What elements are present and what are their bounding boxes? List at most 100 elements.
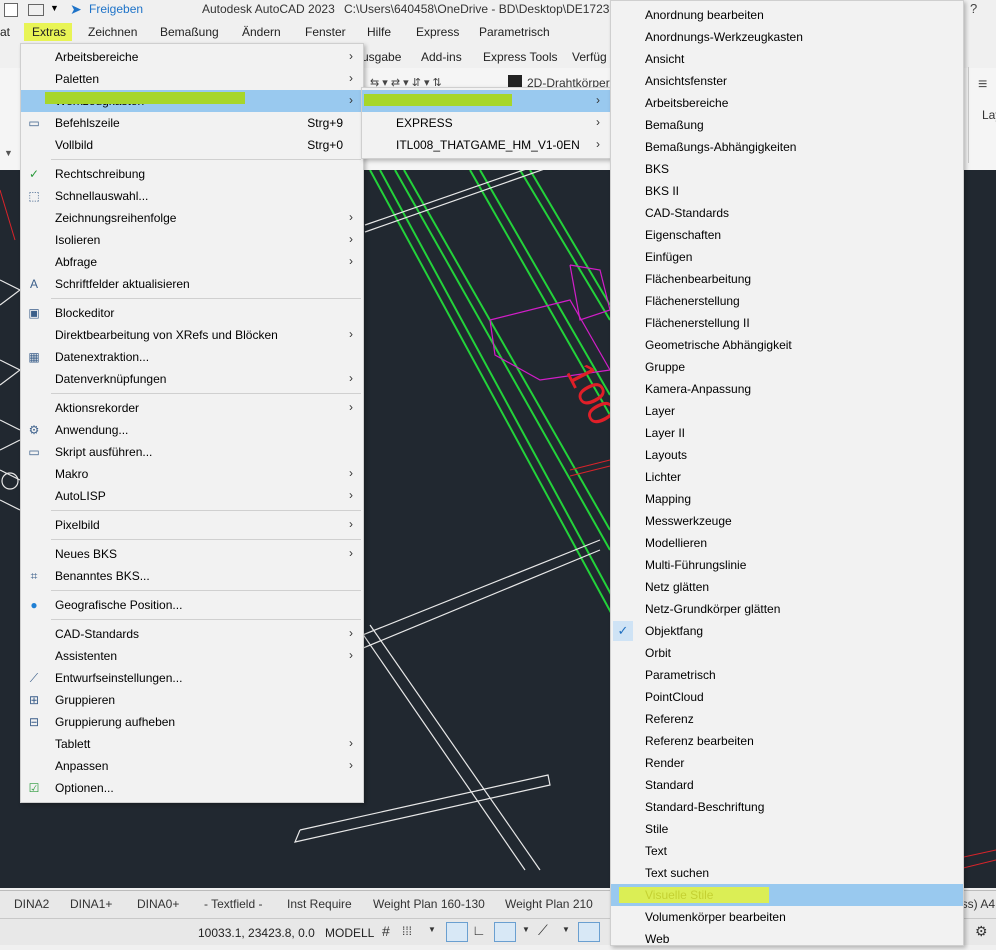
toolbar-item-messwerkzeuge[interactable]: Messwerkzeuge (611, 510, 963, 532)
extras-item-arbeitsbereiche[interactable]: Arbeitsbereiche › (21, 46, 363, 68)
toolbar-item-geometrische-abhaengigkeit[interactable]: Geometrische Abhängigkeit (611, 334, 963, 356)
layout-tab-dina1[interactable]: DINA1+ (70, 897, 112, 911)
toolbar-item-standard[interactable]: Standard (611, 774, 963, 796)
extras-item-direktbearbeitung-von-xrefs-und-bloecken[interactable]: Direktbearbeitung von XRefs und Blöcken › (21, 324, 363, 346)
extras-item-cad-standards[interactable]: CAD-Standards › (21, 623, 363, 645)
toolbar-item-eigenschaften[interactable]: Eigenschaften (611, 224, 963, 246)
toolbar-item-bemassungs-abhaengigkeiten[interactable]: Bemaßungs-Abhängigkeiten (611, 136, 963, 158)
toolbar-item-referenz-bearbeiten[interactable]: Referenz bearbeiten (611, 730, 963, 752)
help-icon[interactable]: ? (970, 1, 977, 16)
tab-ausgabe[interactable]: usgabe (362, 50, 401, 64)
extras-item-optionen[interactable]: ☑ Optionen... (21, 777, 363, 799)
extras-item-blockeditor[interactable]: ▣ Blockeditor (21, 302, 363, 324)
extras-item-skript-ausfuehren[interactable]: ▭ Skript ausführen... (21, 441, 363, 463)
toolbar-item-text-suchen[interactable]: Text suchen (611, 862, 963, 884)
toolbar-item-text[interactable]: Text (611, 840, 963, 862)
extras-item-pixelbild[interactable]: Pixelbild › (21, 514, 363, 536)
toolbar-item-netz-glaetten[interactable]: Netz glätten (611, 576, 963, 598)
layout-tab-dina0[interactable]: DINA0+ (137, 897, 179, 911)
extras-item-schnellauswahl[interactable]: ⬚ Schnellauswahl... (21, 185, 363, 207)
extras-item-anwendung[interactable]: ⚙ Anwendung... (21, 419, 363, 441)
menu-item-format[interactable]: at (0, 25, 10, 39)
layer-stack-icon[interactable]: ≡ (978, 76, 987, 94)
snap-icon[interactable]: ⁞⁞⁞ (402, 924, 412, 938)
share-label[interactable]: Freigeben (89, 2, 143, 16)
layout-tab-weight-plan-160[interactable]: Weight Plan 160-130 (373, 897, 485, 911)
menu-item-express[interactable]: Express (416, 25, 459, 39)
extras-item-abfrage[interactable]: Abfrage › (21, 251, 363, 273)
toolbar-item-anordnungs-werkzeugkasten[interactable]: Anordnungs-Werkzeugkasten (611, 26, 963, 48)
extras-item-datenverknuepfungen[interactable]: Datenverknüpfungen › (21, 368, 363, 390)
toolbars-item-express[interactable]: EXPRESS › (362, 112, 610, 134)
extras-item-gruppierung-aufheben[interactable]: ⊟ Gruppierung aufheben (21, 711, 363, 733)
layer-panel-label[interactable]: Lay (982, 108, 996, 122)
toolbar-item-referenz[interactable]: Referenz (611, 708, 963, 730)
toolbar-item-anordnung-bearbeiten[interactable]: Anordnung bearbeiten (611, 4, 963, 26)
extras-item-vollbild[interactable]: Vollbild Strg+0 (21, 134, 363, 156)
grid-icon[interactable]: # (382, 923, 390, 939)
menu-item-bemassung[interactable]: Bemaßung (160, 25, 219, 39)
extras-item-aktionsrekorder[interactable]: Aktionsrekorder › (21, 397, 363, 419)
isodraft-dropdown-icon[interactable]: ▼ (562, 925, 570, 934)
toolbar-item-objektfang[interactable]: ✓ Objektfang (611, 620, 963, 642)
menu-item-zeichnen[interactable]: Zeichnen (88, 25, 137, 39)
ortho-icon[interactable]: ∟ (472, 922, 486, 938)
toolbar-item-bks-ii[interactable]: BKS II (611, 180, 963, 202)
toolbar-item-flaechenbearbeitung[interactable]: Flächenbearbeitung (611, 268, 963, 290)
toolbar-item-kamera-anpassung[interactable]: Kamera-Anpassung (611, 378, 963, 400)
isodraft-icon[interactable]: ⟋ (538, 922, 548, 939)
toolbar-item-layouts[interactable]: Layouts (611, 444, 963, 466)
toolbar-item-render[interactable]: Render (611, 752, 963, 774)
toolbar-item-ansicht[interactable]: Ansicht (611, 48, 963, 70)
extras-item-makro[interactable]: Makro › (21, 463, 363, 485)
extras-item-paletten[interactable]: Paletten › (21, 68, 363, 90)
extras-item-datenextraktion[interactable]: ▦ Datenextraktion... (21, 346, 363, 368)
extras-item-rechtschreibung[interactable]: ✓ Rechtschreibung (21, 163, 363, 185)
toolbar-item-orbit[interactable]: Orbit (611, 642, 963, 664)
toolbars-item-itl008-thatgame-hm-v1-0en[interactable]: ITL008_THATGAME_HM_V1-0EN › (362, 134, 610, 156)
toolbar-item-gruppe[interactable]: Gruppe (611, 356, 963, 378)
extras-item-anpassen[interactable]: Anpassen › (21, 755, 363, 777)
toolbar-item-web[interactable]: Web (611, 928, 963, 950)
toolbar-item-bemassung[interactable]: Bemaßung (611, 114, 963, 136)
toolbar-item-pointcloud[interactable]: PointCloud (611, 686, 963, 708)
menu-item-parametrisch[interactable]: Parametrisch (479, 25, 550, 39)
toolbar-item-bks[interactable]: BKS (611, 158, 963, 180)
toolbar-item-arbeitsbereiche[interactable]: Arbeitsbereiche (611, 92, 963, 114)
extras-item-gruppieren[interactable]: ⊞ Gruppieren (21, 689, 363, 711)
toolbar-item-multi-fuehrungslinie[interactable]: Multi-Führungslinie (611, 554, 963, 576)
polar-dropdown-icon[interactable]: ▼ (522, 925, 530, 934)
extras-item-assistenten[interactable]: Assistenten › (21, 645, 363, 667)
coordinates-readout[interactable]: 10033.1, 23423.8, 0.0 (198, 926, 315, 940)
polar-tracking-icon[interactable] (494, 922, 516, 942)
toolbar-item-ansichtsfenster[interactable]: Ansichtsfenster (611, 70, 963, 92)
menu-item-aendern[interactable]: Ändern (242, 25, 281, 39)
save-icon[interactable] (28, 4, 44, 16)
extras-item-entwurfseinstellungen[interactable]: ⟋ Entwurfseinstellungen... (21, 667, 363, 689)
toolbar-item-einfuegen[interactable]: Einfügen (611, 246, 963, 268)
layout-tab-inst-require[interactable]: Inst Require (287, 897, 352, 911)
extras-item-tablett[interactable]: Tablett › (21, 733, 363, 755)
model-space-button[interactable]: MODELL (325, 926, 374, 940)
object-snap-tracking-icon[interactable] (578, 922, 600, 942)
extras-item-zeichnungsreihenfolge[interactable]: Zeichnungsreihenfolge › (21, 207, 363, 229)
extras-item-befehlszeile[interactable]: ▭ Befehlszeile Strg+9 (21, 112, 363, 134)
tab-verfuegbar[interactable]: Verfüg (572, 50, 607, 64)
extras-item-isolieren[interactable]: Isolieren › (21, 229, 363, 251)
menu-item-fenster[interactable]: Fenster (305, 25, 346, 39)
toolbar-item-modellieren[interactable]: Modellieren (611, 532, 963, 554)
toolbar-item-lichter[interactable]: Lichter (611, 466, 963, 488)
tab-express-tools[interactable]: Express Tools (483, 50, 557, 64)
toolbar-item-layer-ii[interactable]: Layer II (611, 422, 963, 444)
toolbar-item-cad-standards[interactable]: CAD-Standards (611, 202, 963, 224)
tab-addins[interactable]: Add-ins (421, 50, 462, 64)
toolbar-item-mapping[interactable]: Mapping (611, 488, 963, 510)
snap-dropdown-icon[interactable]: ▼ (428, 925, 436, 934)
dynamic-input-icon[interactable] (446, 922, 468, 942)
menu-item-hilfe[interactable]: Hilfe (367, 25, 391, 39)
extras-item-autolisp[interactable]: AutoLISP › (21, 485, 363, 507)
toolbar-item-volumenkoerper-bearbeiten[interactable]: Volumenkörper bearbeiten (611, 906, 963, 928)
extras-item-neues-bks[interactable]: Neues BKS › (21, 543, 363, 565)
toolbar-item-flaechenerstellung-ii[interactable]: Flächenerstellung II (611, 312, 963, 334)
menu-item-extras[interactable]: Extras (32, 25, 66, 39)
